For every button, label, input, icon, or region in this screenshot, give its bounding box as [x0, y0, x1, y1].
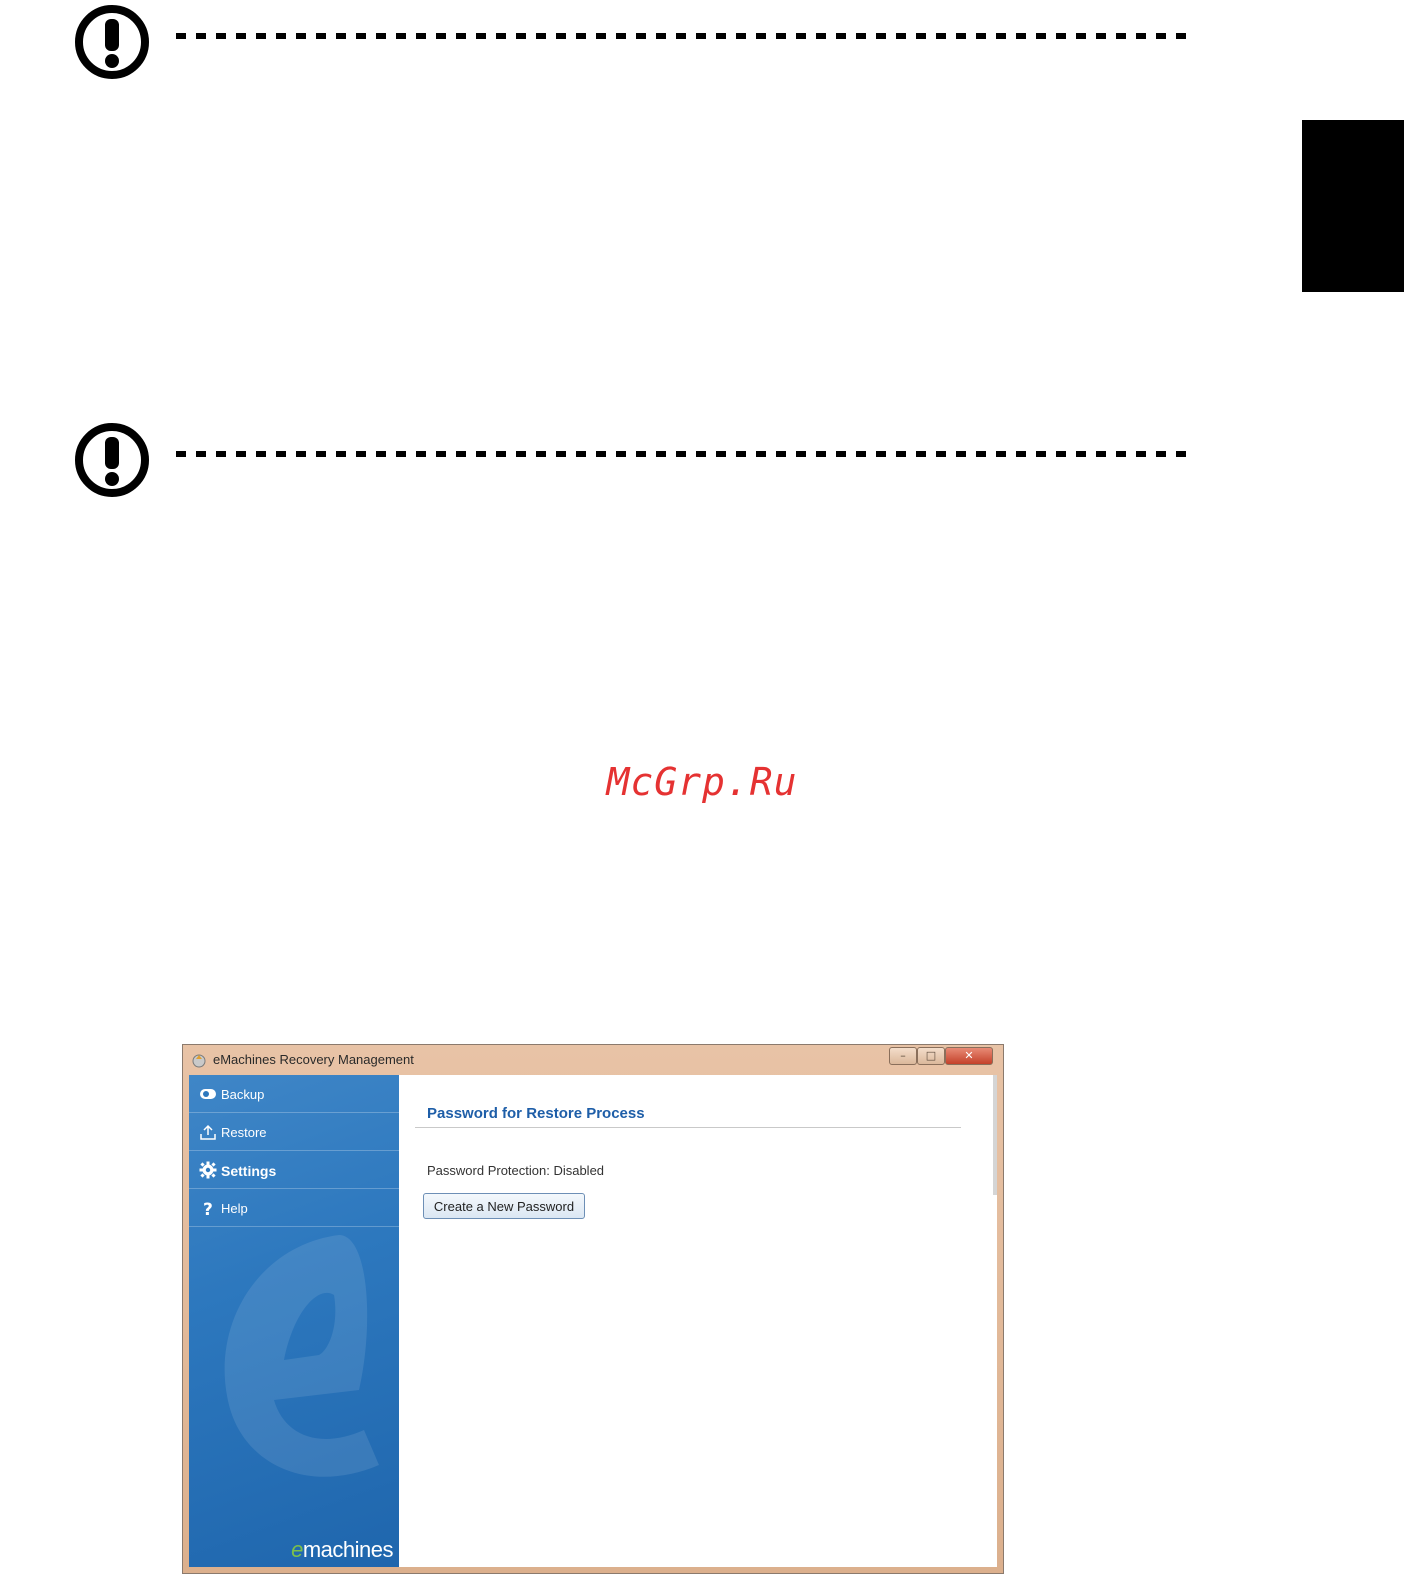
- sidebar-item-help[interactable]: ? Help: [189, 1189, 399, 1227]
- create-password-button[interactable]: Create a New Password: [423, 1193, 585, 1219]
- svg-text:?: ?: [203, 1200, 213, 1217]
- caution-icon: [75, 423, 149, 497]
- caution-divider: [176, 33, 1186, 39]
- heading-divider: [415, 1127, 961, 1128]
- settings-panel: Password for Restore Process Password Pr…: [399, 1075, 997, 1567]
- caution-divider: [176, 451, 1186, 457]
- close-button[interactable]: ✕: [945, 1047, 993, 1065]
- sidebar-item-label: Backup: [221, 1087, 265, 1102]
- recovery-management-window: eMachines Recovery Management – □ ✕ Back…: [182, 1044, 1004, 1574]
- brand-logo: emachines: [291, 1537, 393, 1563]
- restore-icon: [200, 1124, 216, 1140]
- scrollbar[interactable]: [993, 1075, 997, 1195]
- question-icon: ?: [203, 1200, 213, 1217]
- window-titlebar[interactable]: eMachines Recovery Management – □ ✕: [183, 1045, 1003, 1075]
- window-client-area: Backup Restore Settings ? Help emachines…: [189, 1075, 997, 1567]
- sidebar-item-label: Help: [221, 1201, 248, 1216]
- brand-e-watermark-icon: [224, 1235, 379, 1477]
- password-status-text: Password Protection: Disabled: [427, 1163, 605, 1178]
- backup-icon: [200, 1089, 216, 1099]
- window-title: eMachines Recovery Management: [213, 1052, 414, 1067]
- sidebar-item-settings[interactable]: Settings: [189, 1151, 399, 1189]
- minimize-button[interactable]: –: [889, 1047, 917, 1065]
- sidebar-item-label: Restore: [221, 1125, 267, 1140]
- panel-heading: Password for Restore Process: [427, 1105, 645, 1122]
- sidebar: Backup Restore Settings ? Help emachines: [189, 1075, 399, 1567]
- gear-icon: [199, 1161, 217, 1179]
- sidebar-item-label: Settings: [221, 1163, 277, 1179]
- brand-suffix: machines: [302, 1537, 394, 1562]
- maximize-button[interactable]: □: [917, 1047, 945, 1065]
- brand-prefix: e: [291, 1537, 303, 1562]
- sidebar-item-backup[interactable]: Backup: [189, 1075, 399, 1113]
- app-icon: [192, 1054, 206, 1068]
- caution-icon: [75, 5, 149, 79]
- chapter-tab: [1302, 120, 1404, 292]
- sidebar-item-restore[interactable]: Restore: [189, 1113, 399, 1151]
- watermark-text: McGrp.Ru: [606, 760, 798, 804]
